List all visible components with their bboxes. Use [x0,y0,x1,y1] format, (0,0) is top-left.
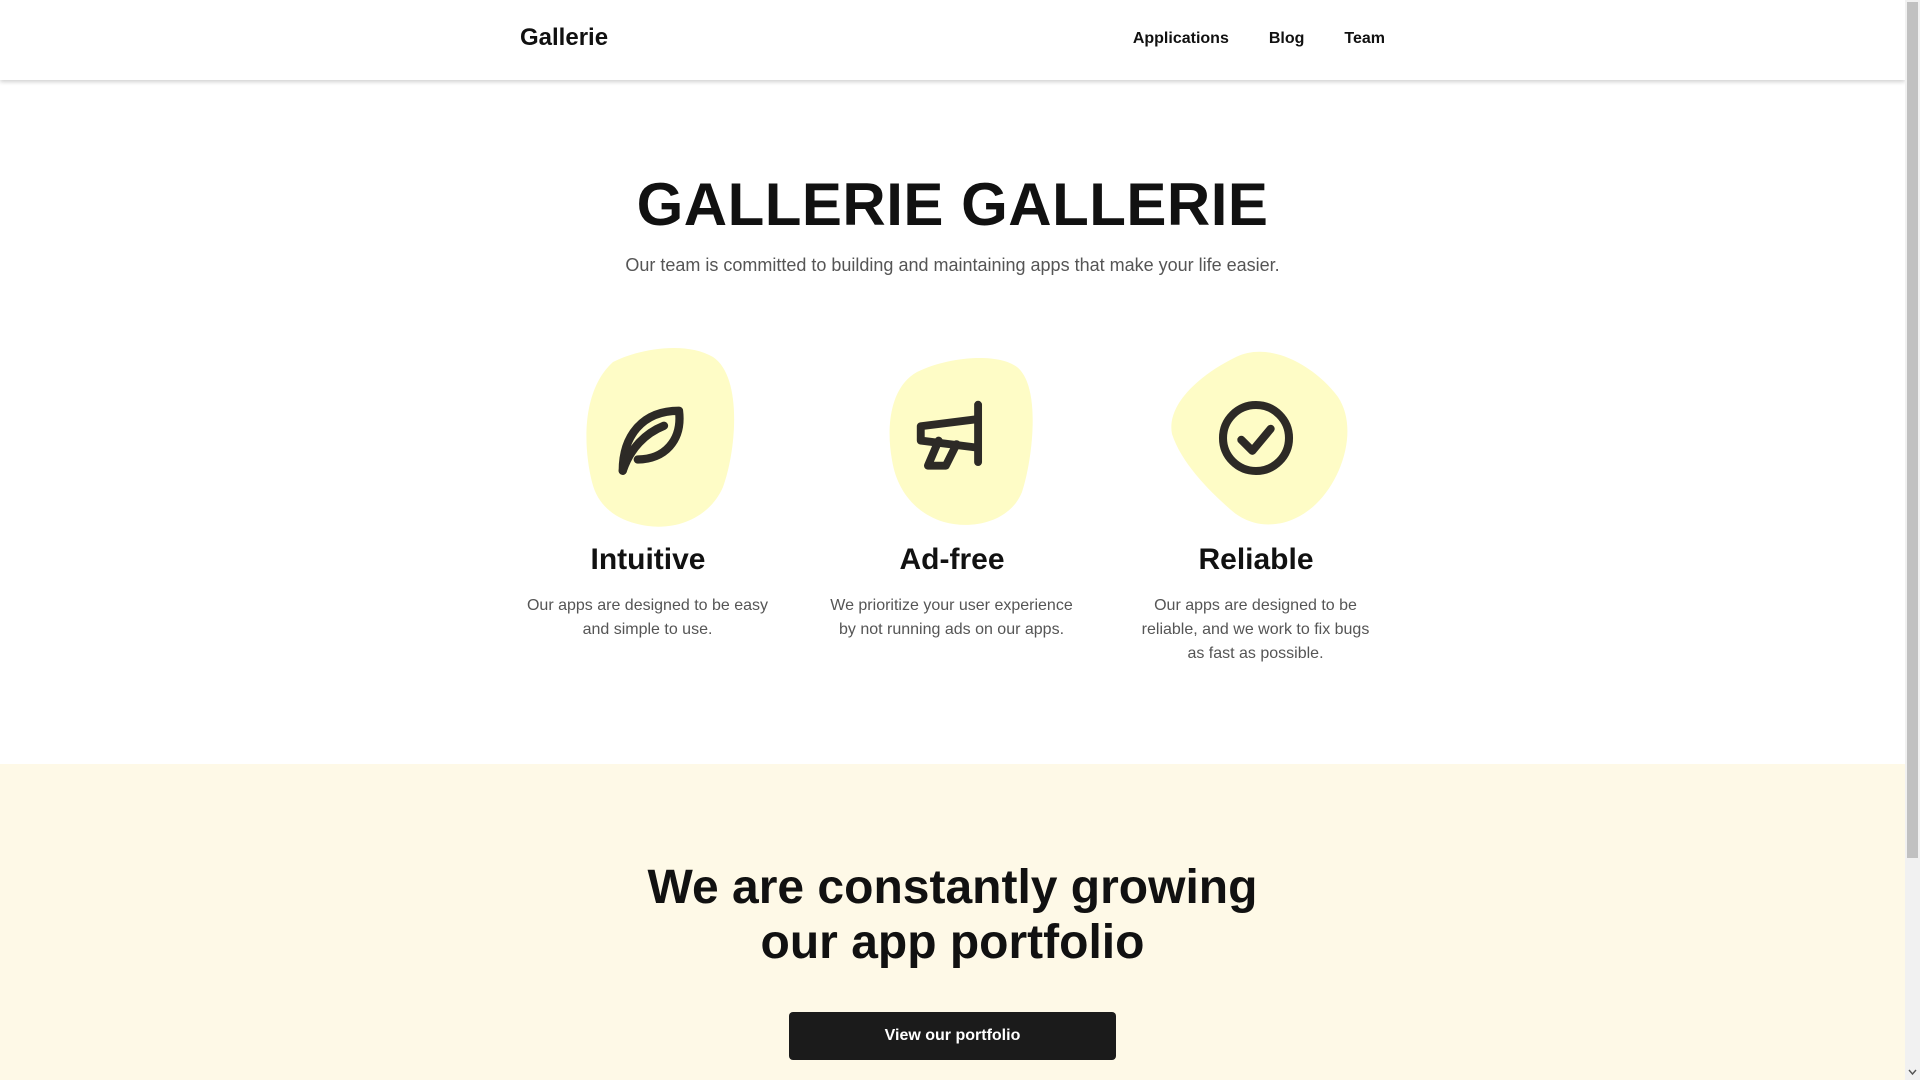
scrollbar-thumb[interactable] [1907,2,1918,858]
portfolio-heading-line1: We are constantly growing [647,861,1258,914]
leaf-icon [618,406,684,475]
feature-title: Intuitive [590,543,706,576]
nav-link-blog[interactable]: Blog [1269,30,1305,48]
feature-title: Ad-free [899,543,1005,576]
feature-description: Our apps are designed to be reliable, an… [1141,597,1370,662]
feature-card-intuitive: Intuitive Our apps are designed to be ea… [518,342,778,638]
check-circle-icon [1218,400,1294,476]
nav-link-team[interactable]: Team [1344,30,1385,48]
scroll-down-arrow-icon[interactable] [1905,1064,1920,1080]
feature-icon-blob [518,342,778,532]
portfolio-section: We are constantly growing our app portfo… [0,764,1905,1080]
portfolio-heading-line2: our app portfolio [760,916,1145,969]
brand-logo[interactable]: Gallerie [520,24,608,52]
main-nav: Applications Blog Team [1133,30,1385,48]
hero-subtitle: Our team is committed to building and ma… [625,255,1280,275]
feature-card-ad-free: Ad-free We prioritize your user experien… [822,342,1082,638]
view-portfolio-button[interactable]: View our portfolio [789,1012,1116,1060]
page: Gallerie Applications Blog Team GALLERIE… [0,0,1905,1080]
portfolio-heading: We are constantly growing our app portfo… [0,860,1905,970]
feature-description: Our apps are designed to be easy and sim… [526,597,769,638]
megaphone-icon [916,400,983,470]
feature-icon-blob [1126,342,1386,532]
hero-title: GALLERIE GALLERIE [636,171,1269,238]
feature-description: We prioritize your user experience by no… [830,597,1073,638]
vertical-scrollbar[interactable] [1905,0,1920,1080]
feature-card-reliable: Reliable Our apps are designed to be rel… [1126,342,1386,662]
site-header: Gallerie Applications Blog Team [0,0,1905,80]
feature-icon-blob [822,342,1082,532]
feature-title: Reliable [1198,543,1314,576]
nav-link-applications[interactable]: Applications [1133,30,1229,48]
